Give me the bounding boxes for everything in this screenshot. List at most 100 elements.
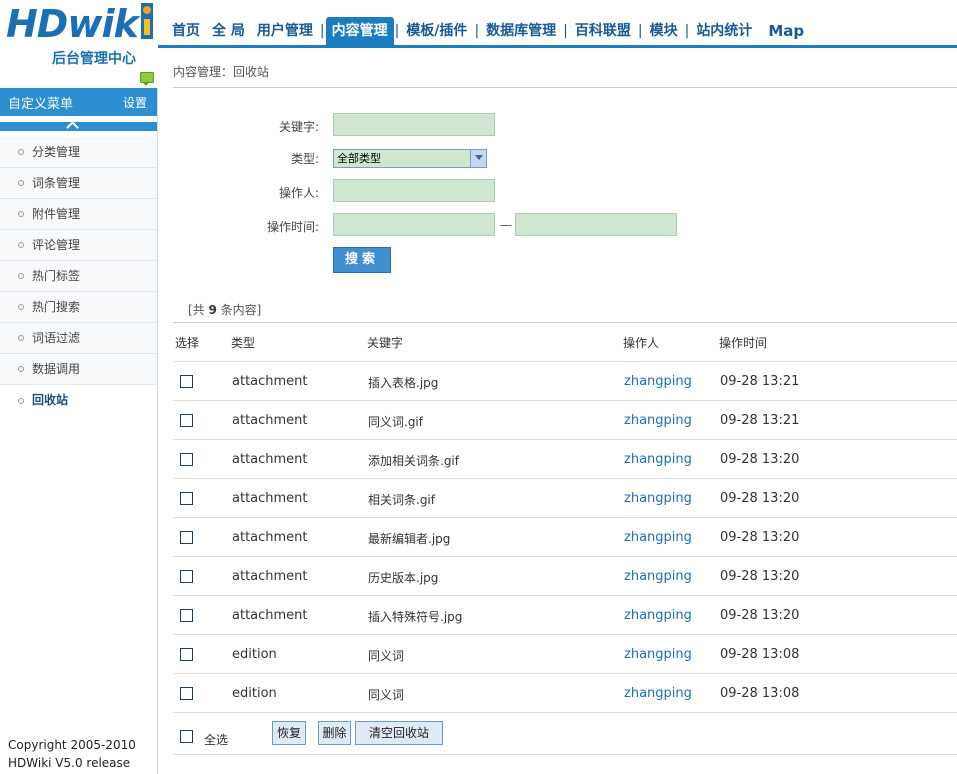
row-keyword: 同义词.gif — [368, 415, 423, 429]
row-operator-link[interactable]: zhangping — [624, 413, 692, 428]
row-checkbox[interactable] — [180, 531, 193, 544]
bullet-icon — [18, 335, 24, 341]
time-end-input[interactable] — [515, 213, 677, 236]
nav-separator: | — [319, 23, 325, 39]
menu-settings-link[interactable]: 设置 — [123, 94, 147, 111]
dropdown-arrow-icon[interactable] — [470, 150, 486, 167]
sidebar-item-hot-search[interactable]: 热门搜索 — [0, 292, 157, 323]
logo-i-icon — [140, 3, 153, 39]
bulk-actions: 全选 恢复 删除 清空回收站 — [173, 721, 957, 749]
nav-templates[interactable]: 模板/插件 — [400, 17, 473, 45]
row-operator-link[interactable]: zhangping — [624, 647, 692, 662]
row-keyword: 添加相关词条.gif — [368, 454, 459, 468]
table-row: edition 同义词 zhangping 09-28 13:08 — [173, 673, 957, 712]
chat-bubble-icon[interactable] — [140, 72, 154, 86]
sidebar-item-label: 数据调用 — [32, 361, 81, 376]
nav-global[interactable]: 全 局 — [206, 17, 251, 45]
row-type: attachment — [232, 569, 308, 584]
sidebar-item-hot-tags[interactable]: 热门标签 — [0, 261, 157, 292]
header-select: 选择 — [175, 336, 200, 350]
sidebar-item-category[interactable]: 分类管理 — [0, 137, 157, 168]
sidebar-item-entries[interactable]: 词条管理 — [0, 168, 157, 199]
table-row: attachment 插入表格.jpg zhangping 09-28 13:2… — [173, 361, 957, 400]
collapse-up-icon[interactable] — [0, 122, 157, 131]
nav-modules[interactable]: 模块 — [644, 17, 684, 45]
time-start-input[interactable] — [333, 213, 495, 236]
nav-separator: | — [394, 23, 400, 39]
row-keyword: 历史版本.jpg — [368, 571, 439, 585]
operator-input[interactable] — [333, 179, 495, 202]
count-number: 9 — [208, 303, 217, 317]
table-row: attachment 相关词条.gif zhangping 09-28 13:2… — [173, 478, 957, 517]
custom-menu-title: 自定义菜单 — [8, 96, 74, 112]
row-checkbox[interactable] — [180, 414, 193, 427]
row-operator-link[interactable]: zhangping — [624, 608, 692, 623]
type-select[interactable]: 全部类型 — [333, 149, 487, 168]
sidebar-item-data-call[interactable]: 数据调用 — [0, 354, 157, 385]
restore-button[interactable]: 恢复 — [272, 721, 306, 745]
table-row: attachment 最新编辑者.jpg zhangping 09-28 13:… — [173, 517, 957, 556]
row-checkbox[interactable] — [180, 492, 193, 505]
type-label: 类型: — [290, 152, 319, 166]
select-all-checkbox[interactable] — [180, 730, 193, 743]
logo-subtitle: 后台管理中心 — [52, 51, 136, 67]
operator-label: 操作人: — [278, 186, 319, 200]
row-keyword: 插入特殊符号.jpg — [368, 610, 463, 624]
row-type: edition — [232, 686, 277, 701]
header-time: 操作时间 — [719, 336, 768, 350]
type-row: 类型: 全部类型 — [158, 149, 957, 175]
count-prefix: [共 — [188, 303, 209, 317]
sidebar-item-comments[interactable]: 评论管理 — [0, 230, 157, 261]
row-operator-link[interactable]: zhangping — [624, 452, 692, 467]
table-row: attachment 添加相关词条.gif zhangping 09-28 13… — [173, 439, 957, 478]
nav-separator: | — [563, 23, 568, 39]
nav-content[interactable]: 内容管理 — [325, 17, 394, 45]
header-keyword: 关键字 — [367, 336, 404, 350]
delete-button[interactable]: 删除 — [318, 721, 351, 745]
row-checkbox[interactable] — [180, 648, 193, 661]
search-button[interactable]: 搜索 — [333, 247, 391, 273]
version-line: HDWiki V5.0 release — [8, 756, 131, 770]
logo[interactable]: HDwik — [6, 2, 153, 46]
row-operator-link[interactable]: zhangping — [624, 530, 692, 545]
table-header: 选择 类型 关键字 操作人 操作时间 — [158, 328, 957, 362]
nav-stats[interactable]: 站内统计 — [690, 17, 758, 45]
nav-map[interactable]: Map — [762, 17, 810, 45]
nav-users[interactable]: 用户管理 — [251, 17, 319, 45]
copyright: Copyright 2005-2010 HDWiki V5.0 release — [8, 736, 136, 772]
sidebar: 自定义菜单 设置 分类管理 词条管理 附件管理 评论管理 热门标签 热门搜索 词… — [0, 88, 158, 774]
main-content: 内容管理：回收站 关键字: 类型: 全部类型 操作人: 操作时间: — 搜索 [… — [158, 51, 957, 774]
row-keyword: 同义词 — [368, 649, 405, 663]
result-count: [共 9 条内容] — [188, 301, 261, 318]
divider — [173, 712, 957, 713]
row-time: 09-28 13:21 — [720, 413, 800, 428]
row-type: attachment — [232, 608, 308, 623]
row-checkbox[interactable] — [180, 375, 193, 388]
keyword-input[interactable] — [333, 113, 495, 136]
sidebar-item-attachments[interactable]: 附件管理 — [0, 199, 157, 230]
row-checkbox[interactable] — [180, 570, 193, 583]
bullet-icon — [18, 149, 24, 155]
row-type: attachment — [232, 374, 308, 389]
divider — [173, 754, 957, 755]
table-row: attachment 同义词.gif zhangping 09-28 13:21 — [173, 400, 957, 439]
row-operator-link[interactable]: zhangping — [624, 491, 692, 506]
nav-union[interactable]: 百科联盟 — [569, 17, 637, 45]
sidebar-item-label: 词条管理 — [32, 175, 81, 190]
sidebar-item-recycle-bin[interactable]: 回收站 — [0, 385, 157, 416]
sidebar-item-word-filter[interactable]: 词语过滤 — [0, 323, 157, 354]
table-row: attachment 插入特殊符号.jpg zhangping 09-28 13… — [173, 595, 957, 634]
row-checkbox[interactable] — [180, 609, 193, 622]
nav-home[interactable]: 首页 — [166, 17, 206, 45]
empty-recycle-bin-button[interactable]: 清空回收站 — [355, 721, 443, 745]
sidebar-item-label: 回收站 — [32, 393, 69, 407]
row-checkbox[interactable] — [180, 687, 193, 700]
row-checkbox[interactable] — [180, 453, 193, 466]
sidebar-item-label: 词语过滤 — [32, 330, 81, 345]
nav-database[interactable]: 数据库管理 — [480, 17, 562, 45]
row-operator-link[interactable]: zhangping — [624, 374, 692, 389]
keyword-row: 关键字: — [158, 113, 957, 139]
row-operator-link[interactable]: zhangping — [624, 686, 692, 701]
time-separator: — — [500, 218, 512, 232]
row-operator-link[interactable]: zhangping — [624, 569, 692, 584]
